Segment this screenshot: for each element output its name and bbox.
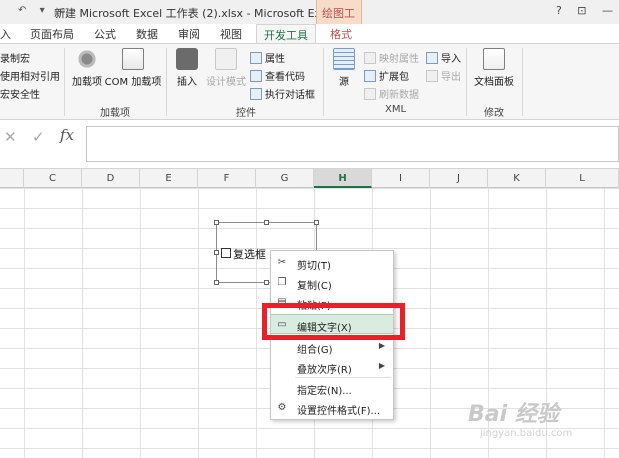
- expansion-packs-icon: [364, 69, 376, 82]
- drawing-tools-context-label: 绘图工具: [316, 0, 362, 36]
- document-panel-icon: [483, 48, 505, 70]
- insert-control-button[interactable]: 插入: [172, 48, 202, 88]
- modify-group-label: 修改: [484, 108, 504, 119]
- column-headers: C D E F G H I J K L: [0, 168, 619, 188]
- xml-source-button[interactable]: 源: [330, 48, 358, 88]
- macro-security-button[interactable]: 宏安全性: [0, 86, 40, 101]
- tab-insert[interactable]: 入: [0, 26, 11, 42]
- qat-dropdown-icon[interactable]: ▾: [40, 5, 45, 16]
- ribbon: 录制宏 使用相对引用 宏安全性 加载项 COM 加载项 加载项 插入 设计模式 …: [0, 43, 619, 120]
- refresh-data-button[interactable]: 刷新数据: [364, 86, 419, 101]
- submenu-arrow-icon: ▶: [378, 361, 385, 370]
- export-button[interactable]: 导出: [426, 68, 461, 83]
- ribbon-tabs: 入 页面布局 公式 数据 审阅 视图 开发工具 格式: [0, 24, 619, 45]
- menu-item-copy[interactable]: ❐ 复制(C): [271, 273, 393, 293]
- menu-item-order[interactable]: 叠放次序(R) ▶: [271, 357, 393, 377]
- resize-handle[interactable]: [314, 220, 319, 225]
- tab-page-layout[interactable]: 页面布局: [30, 26, 74, 42]
- properties-button[interactable]: 属性: [250, 50, 285, 65]
- resize-handle[interactable]: [264, 220, 269, 225]
- xml-group-label: XML: [385, 104, 407, 115]
- com-addin-icon: [122, 48, 144, 70]
- xml-source-icon: [333, 48, 355, 70]
- group-separator: [64, 48, 65, 116]
- design-mode-icon: [215, 48, 237, 70]
- enter-icon[interactable]: ✓: [32, 128, 45, 146]
- watermark: Bai 经验: [468, 402, 559, 427]
- formula-input[interactable]: [86, 126, 619, 162]
- properties-icon: [250, 51, 262, 64]
- tab-review[interactable]: 审阅: [178, 26, 200, 42]
- design-mode-button[interactable]: 设计模式: [204, 48, 248, 88]
- addins-button[interactable]: 加载项: [70, 48, 104, 88]
- checkbox[interactable]: [221, 248, 231, 258]
- column-header[interactable]: C: [24, 169, 82, 188]
- controls-group-label: 控件: [236, 108, 256, 119]
- import-icon: [426, 51, 438, 64]
- column-header[interactable]: D: [82, 169, 140, 188]
- tab-data[interactable]: 数据: [136, 26, 158, 42]
- export-icon: [426, 69, 438, 82]
- column-header[interactable]: I: [372, 169, 430, 188]
- map-properties-icon: [364, 51, 376, 64]
- cancel-icon[interactable]: ✕: [4, 128, 17, 146]
- column-header[interactable]: J: [430, 169, 488, 188]
- menu-item-assign-macro[interactable]: 指定宏(N)...: [271, 378, 393, 398]
- column-header[interactable]: K: [488, 169, 546, 188]
- ribbon-display-icon[interactable]: ⊡: [577, 4, 586, 17]
- minimize-icon[interactable]: —: [602, 4, 613, 17]
- tab-formulas[interactable]: 公式: [94, 26, 116, 42]
- gear-icon: [76, 48, 98, 70]
- annotation-highlight-box: [262, 303, 405, 340]
- column-header[interactable]: F: [198, 169, 256, 188]
- column-header[interactable]: L: [546, 169, 619, 188]
- group-separator: [466, 48, 467, 116]
- tab-format[interactable]: 格式: [330, 26, 352, 42]
- scissors-icon: ✂: [277, 257, 287, 268]
- document-panel-button[interactable]: 文档面板: [472, 48, 516, 88]
- copy-icon: ❐: [277, 277, 287, 288]
- com-addins-button[interactable]: COM 加载项: [104, 48, 162, 88]
- resize-handle[interactable]: [214, 280, 219, 285]
- undo-icon[interactable]: ↶: [18, 5, 26, 16]
- watermark-url: jingyan.baidu.com: [480, 428, 573, 439]
- resize-handle[interactable]: [264, 280, 269, 285]
- help-icon[interactable]: ?: [556, 4, 562, 17]
- resize-handle[interactable]: [214, 220, 219, 225]
- group-separator: [166, 48, 167, 116]
- view-code-button[interactable]: 查看代码: [250, 68, 305, 83]
- column-header[interactable]: G: [256, 169, 314, 188]
- refresh-data-icon: [364, 87, 376, 100]
- column-header-partial: [0, 169, 24, 188]
- group-separator: [522, 48, 523, 116]
- column-header[interactable]: E: [140, 169, 198, 188]
- run-dialog-button[interactable]: 执行对话框: [250, 86, 315, 101]
- record-macro-button[interactable]: 录制宏: [0, 50, 30, 65]
- relative-ref-button[interactable]: 使用相对引用: [0, 68, 60, 83]
- run-dialog-icon: [250, 87, 262, 100]
- column-header-selected[interactable]: H: [314, 169, 372, 188]
- submenu-arrow-icon: ▶: [378, 341, 385, 350]
- format-control-icon: ⚙: [277, 402, 287, 413]
- map-properties-button[interactable]: 映射属性: [364, 50, 419, 65]
- window-buttons: ? ⊡ —: [544, 4, 613, 17]
- resize-handle[interactable]: [214, 250, 219, 255]
- menu-item-cut[interactable]: ✂ 剪切(T): [271, 253, 393, 273]
- group-separator: [323, 48, 324, 116]
- tab-view[interactable]: 视图: [220, 26, 242, 42]
- title-bar: ↶ ▾ = 新建 Microsoft Excel 工作表 (2).xlsx - …: [0, 0, 619, 36]
- view-code-icon: [250, 69, 262, 82]
- menu-item-group[interactable]: 组合(G) ▶: [271, 337, 393, 357]
- insert-function-icon[interactable]: fx: [60, 126, 74, 144]
- menu-item-format-control[interactable]: ⚙ 设置控件格式(F)...: [271, 398, 393, 418]
- tab-developer[interactable]: 开发工具: [256, 24, 316, 45]
- addins-group-label: 加载项: [100, 108, 130, 119]
- expansion-packs-button[interactable]: 扩展包: [364, 68, 409, 83]
- toolbox-icon: [176, 48, 198, 70]
- window-title: 新建 Microsoft Excel 工作表 (2).xlsx - Micros…: [54, 7, 337, 20]
- import-button[interactable]: 导入: [426, 50, 461, 65]
- formula-bar: ✕ ✓ fx: [0, 120, 619, 168]
